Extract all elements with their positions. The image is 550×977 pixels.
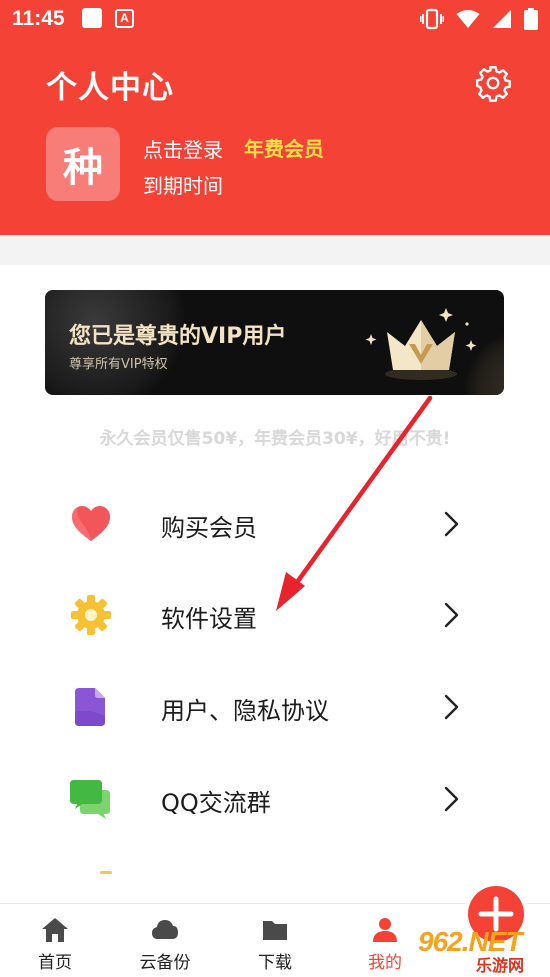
watermark-subtitle: 乐游网 — [476, 956, 525, 975]
status-time: 11:45 — [12, 7, 65, 30]
partial-menu-icon — [100, 871, 112, 874]
home-icon — [42, 918, 68, 942]
section-divider — [0, 235, 550, 265]
vibrate-icon — [420, 8, 444, 30]
login-link[interactable]: 点击登录 — [143, 134, 223, 163]
status-bar: 11:45 A — [0, 0, 550, 40]
nav-item-home[interactable]: 首页 — [15, 904, 95, 977]
menu-item-label: 软件设置 — [161, 605, 257, 633]
cloud-icon — [152, 920, 178, 939]
vip-banner-subtitle: 尊享所有VIP特权 — [69, 357, 168, 372]
expire-label: 到期时间 — [143, 174, 223, 198]
notification-a-icon: A — [115, 9, 134, 28]
vip-banner[interactable]: 您已是尊贵的VIP用户 尊享所有VIP特权 — [45, 290, 504, 395]
vip-banner-title: 您已是尊贵的VIP用户 — [69, 324, 287, 349]
nav-label: 下载 — [258, 953, 292, 973]
menu-item-qq-group[interactable]: QQ交流群 — [0, 754, 550, 844]
member-badge: 年费会员 — [244, 137, 324, 161]
heart-icon — [72, 506, 110, 541]
menu-item-label: 购买会员 — [161, 514, 257, 542]
notification-square-icon — [82, 8, 102, 28]
wifi-icon — [456, 10, 480, 28]
menu-item-label: 用户、隐私协议 — [161, 697, 329, 725]
nav-item-cloud-backup[interactable]: 云备份 — [125, 904, 205, 977]
page-title: 个人中心 — [46, 70, 174, 106]
menu-item-software-settings[interactable]: 软件设置 — [0, 570, 550, 660]
menu-item-buy-membership[interactable]: 购买会员 — [0, 479, 550, 569]
avatar[interactable]: 种 — [46, 127, 120, 201]
status-icons — [420, 8, 538, 30]
chevron-right-icon — [444, 786, 459, 812]
chevron-right-icon — [444, 694, 459, 720]
nav-label: 首页 — [38, 953, 72, 973]
nav-label: 我的 — [368, 953, 402, 973]
folder-icon — [263, 921, 287, 940]
person-icon — [373, 918, 397, 942]
gear-icon — [71, 595, 111, 635]
battery-icon — [524, 8, 538, 30]
gear-icon — [475, 65, 511, 102]
chevron-right-icon — [444, 511, 459, 537]
settings-button[interactable] — [474, 64, 512, 102]
profile-header: 11:45 A 个人中心 种 点击登录 年费会员 到期时间 — [0, 0, 550, 235]
nav-label: 云备份 — [139, 953, 191, 973]
site-watermark: 962.NET 乐游网 — [418, 926, 548, 975]
menu-item-label: QQ交流群 — [161, 789, 271, 817]
nav-item-download[interactable]: 下载 — [235, 904, 315, 977]
menu-item-privacy-agreement[interactable]: 用户、隐私协议 — [0, 662, 550, 752]
chat-icon — [70, 780, 110, 819]
document-icon — [75, 688, 105, 726]
nav-item-mine[interactable]: 我的 — [345, 904, 425, 977]
chevron-right-icon — [444, 602, 459, 628]
promo-text: 永久会员仅售50¥，年费会员30¥，好用不贵! — [99, 429, 451, 449]
crown-icon — [365, 308, 477, 380]
signal-icon — [493, 10, 511, 28]
